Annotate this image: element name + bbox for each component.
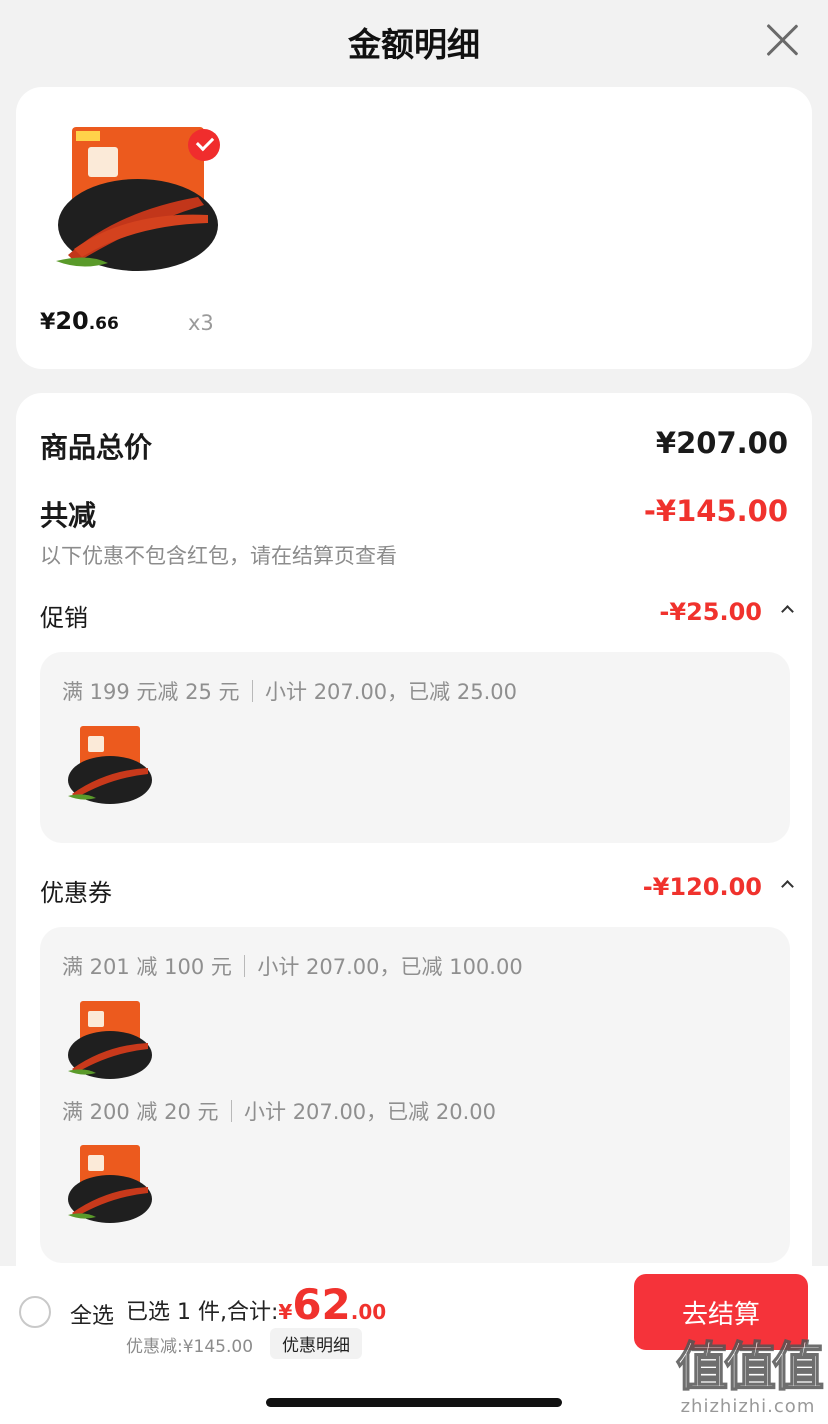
coupon-rule: 满 200 减 20 元 小计 207.00，已减 20.00 bbox=[62, 1096, 496, 1126]
rule-condition: 满 200 减 20 元 bbox=[62, 1100, 219, 1124]
chevron-up-icon[interactable] bbox=[781, 605, 794, 618]
rule-detail: 小计 207.00，已减 20.00 bbox=[244, 1100, 496, 1124]
header: 金额明细 bbox=[0, 0, 828, 80]
product-thumbnail bbox=[68, 726, 152, 804]
watermark-url: zhizhizhi.com bbox=[680, 1396, 816, 1417]
promotion-rule: 满 199 元减 25 元 小计 207.00，已减 25.00 bbox=[62, 676, 517, 706]
reduce-label: 共减 bbox=[40, 499, 97, 532]
reduce-value: -¥145.00 bbox=[643, 494, 788, 528]
rule-condition: 满 201 减 100 元 bbox=[62, 955, 232, 979]
total-cents: .00 bbox=[350, 1300, 387, 1324]
page-title: 金额明细 bbox=[348, 25, 480, 64]
coupon-row[interactable]: 优惠券 -¥120.00 bbox=[40, 873, 794, 909]
selected-check-icon[interactable] bbox=[188, 129, 220, 161]
coupon-detail-box: 满 201 减 100 元 小计 207.00，已减 100.00 满 200 减… bbox=[40, 927, 790, 1263]
discount-summary: 优惠减:¥145.00 bbox=[126, 1337, 254, 1357]
select-all-label[interactable]: 全选 bbox=[70, 1298, 114, 1330]
coupon-value: -¥120.00 bbox=[642, 873, 762, 901]
promotion-row[interactable]: 促销 -¥25.00 bbox=[40, 598, 794, 634]
promotion-label: 促销 bbox=[40, 604, 88, 632]
coupon-label: 优惠券 bbox=[40, 879, 112, 907]
coupon-rule: 满 201 减 100 元 小计 207.00，已减 100.00 bbox=[62, 951, 523, 981]
watermark-logo: 值值值 bbox=[675, 1338, 825, 1398]
rule-condition: 满 199 元减 25 元 bbox=[62, 680, 240, 704]
total-label: 商品总价 bbox=[40, 431, 153, 464]
product-quantity: x3 bbox=[188, 311, 214, 335]
price-decimal: .66 bbox=[88, 314, 119, 334]
watermark: 值值值 zhizhizhi.com bbox=[675, 1338, 825, 1417]
divider bbox=[243, 955, 246, 977]
total-amount: 62 bbox=[292, 1280, 351, 1329]
total-value: ¥207.00 bbox=[655, 426, 788, 460]
rule-detail: 小计 207.00，已减 25.00 bbox=[265, 680, 517, 704]
detail-card: 商品总价 ¥207.00 共减 -¥145.00 以下优惠不包含红包，请在结算页… bbox=[16, 393, 812, 1293]
divider bbox=[251, 680, 254, 702]
total-row: 商品总价 ¥207.00 bbox=[40, 426, 788, 466]
promotion-value: -¥25.00 bbox=[659, 598, 762, 626]
order-summary: 已选 1 件,合计:¥62.00 bbox=[126, 1280, 386, 1329]
discount-note: 以下优惠不包含红包，请在结算页查看 bbox=[40, 544, 397, 568]
bottom-bar: 全选 已选 1 件,合计:¥62.00 优惠减:¥145.00 优惠明细 去结算… bbox=[0, 1266, 828, 1424]
reduce-row: 共减 -¥145.00 bbox=[40, 494, 788, 534]
chevron-up-icon[interactable] bbox=[781, 880, 794, 893]
price-symbol: ¥ bbox=[40, 310, 56, 335]
divider bbox=[230, 1100, 233, 1122]
rule-detail: 小计 207.00，已减 100.00 bbox=[257, 955, 523, 979]
discount-detail-button[interactable]: 优惠明细 bbox=[270, 1328, 362, 1359]
product-card: ¥20.66 x3 bbox=[16, 87, 812, 369]
selected-text: 已选 1 件,合计: bbox=[126, 1300, 279, 1325]
price-integer: 20 bbox=[55, 307, 89, 335]
product-thumbnail bbox=[68, 1145, 152, 1223]
home-indicator bbox=[266, 1398, 562, 1407]
close-icon[interactable] bbox=[764, 22, 800, 58]
product-price: ¥20.66 bbox=[40, 307, 119, 335]
total-currency: ¥ bbox=[278, 1300, 293, 1324]
promotion-detail-box: 满 199 元减 25 元 小计 207.00，已减 25.00 bbox=[40, 652, 790, 843]
select-all-radio[interactable] bbox=[19, 1296, 51, 1328]
product-thumbnail bbox=[68, 1001, 152, 1079]
